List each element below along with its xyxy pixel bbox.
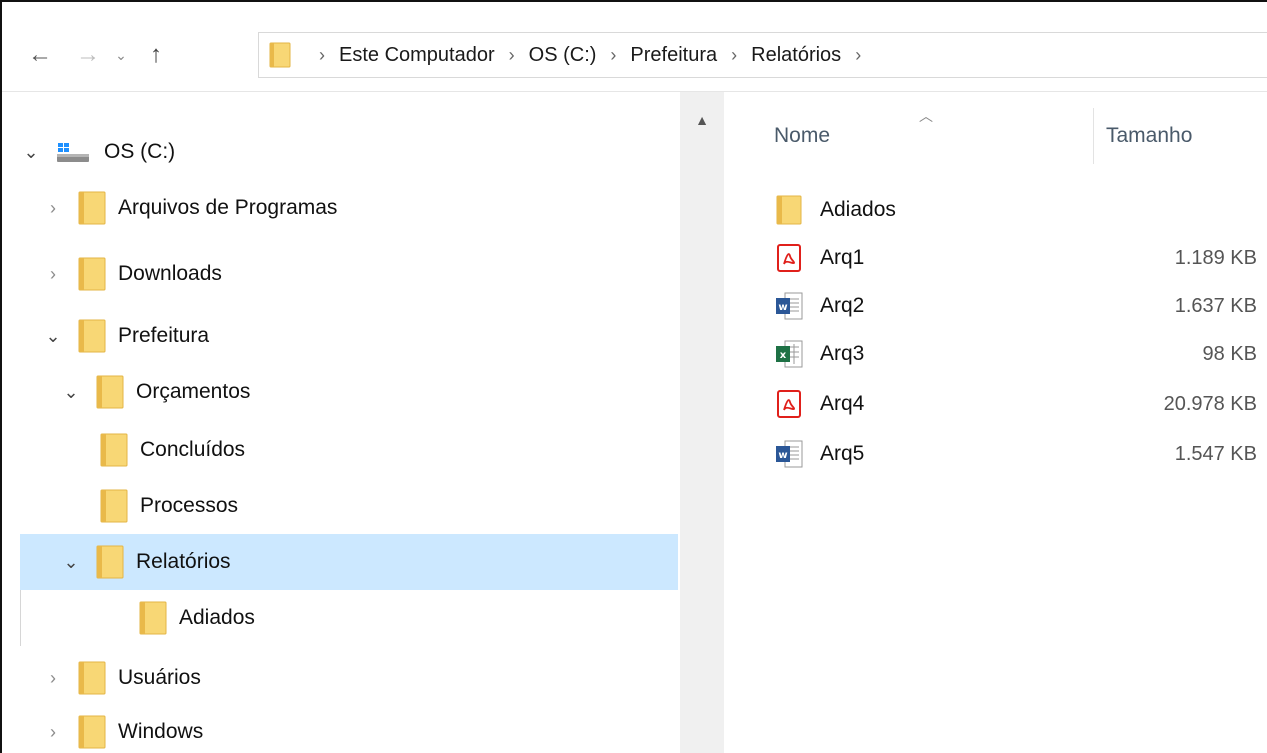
- svg-text:x: x: [780, 350, 787, 361]
- file-name: Arq5: [820, 442, 865, 465]
- tree-item-downloads[interactable]: › Downloads: [20, 246, 678, 302]
- tree-scrollbar[interactable]: ▲: [680, 92, 724, 753]
- chevron-right-icon[interactable]: ›: [42, 264, 64, 285]
- word-file-icon: w: [776, 440, 803, 468]
- tree-item-adiados[interactable]: Adiados: [20, 590, 678, 646]
- tree-item-label: OS (C:): [104, 140, 176, 163]
- folder-icon: [78, 191, 106, 225]
- tree-item-label: Processos: [140, 494, 239, 517]
- file-size: 1.637 KB: [1174, 294, 1257, 317]
- file-size: 1.547 KB: [1174, 442, 1257, 465]
- tree-item-usuarios[interactable]: › Usuários: [20, 650, 678, 706]
- file-row-arq2[interactable]: w Arq2 1.637 KB: [774, 282, 1267, 330]
- file-name: Arq4: [820, 392, 865, 415]
- tree-item-prefeitura[interactable]: ⌄ Prefeitura: [20, 308, 678, 364]
- file-list: Nome ︿ Tamanho Adiados Arq1 1.189 KB w A…: [724, 92, 1267, 753]
- folder-icon: [139, 601, 167, 635]
- column-header: Nome ︿ Tamanho: [724, 92, 1267, 166]
- folder-icon: [78, 661, 106, 695]
- address-bar[interactable]: › Este Computador › OS (C:) › Prefeitura…: [258, 32, 1267, 78]
- tree-item-label: Relatórios: [136, 550, 231, 573]
- file-size: 20.978 KB: [1163, 392, 1257, 415]
- tree-item-label: Prefeitura: [118, 324, 210, 347]
- tree-item-windows[interactable]: › Windows: [20, 704, 678, 753]
- folder-icon: [269, 42, 291, 68]
- arrow-up-icon: ↑: [150, 41, 162, 68]
- chevron-down-icon[interactable]: ⌄: [60, 552, 82, 573]
- tree-item-label: Usuários: [118, 666, 201, 689]
- breadcrumb-prefeitura[interactable]: Prefeitura: [630, 44, 717, 67]
- tree-item-os-c[interactable]: ⌄ OS (C:): [20, 124, 678, 180]
- chevron-right-icon[interactable]: ›: [42, 198, 64, 219]
- svg-text:w: w: [778, 302, 787, 313]
- navigation-toolbar: ← → ⌄ ↑ › Este Computador › OS (C:) › Pr…: [2, 2, 1267, 92]
- word-file-icon: w: [776, 292, 803, 320]
- arrow-right-icon: →: [76, 41, 100, 68]
- folder-icon: [100, 489, 128, 523]
- file-size: 1.189 KB: [1174, 246, 1257, 269]
- back-button[interactable]: ←: [22, 40, 58, 70]
- pdf-file-icon: [777, 244, 801, 272]
- folder-icon: [78, 715, 106, 749]
- tree-item-label: Adiados: [179, 606, 255, 629]
- file-row-arq4[interactable]: Arq4 20.978 KB: [774, 380, 1267, 428]
- chevron-down-icon: ⌄: [115, 46, 127, 63]
- tree-item-label: Arquivos de Programas: [118, 196, 338, 219]
- scroll-up-icon[interactable]: ▲: [688, 112, 716, 136]
- chevron-down-icon[interactable]: ⌄: [42, 326, 64, 347]
- breadcrumb-este-computador[interactable]: Este Computador: [339, 44, 495, 67]
- breadcrumb-separator-icon: ›: [731, 44, 738, 65]
- recent-locations-button[interactable]: ⌄: [108, 40, 134, 70]
- file-name: Adiados: [820, 198, 896, 221]
- navigation-pane: ⌄ OS (C:) › Arquivos de Programas › Down…: [2, 92, 680, 753]
- breadcrumb-separator-icon: ›: [855, 44, 862, 65]
- up-button[interactable]: ↑: [138, 40, 174, 70]
- column-header-name[interactable]: Nome: [774, 124, 830, 148]
- breadcrumb-separator-icon: ›: [610, 44, 617, 65]
- folder-icon: [96, 375, 124, 409]
- file-row-arq1[interactable]: Arq1 1.189 KB: [774, 234, 1267, 282]
- tree-item-arquivos-de-programas[interactable]: › Arquivos de Programas: [20, 180, 678, 236]
- sort-ascending-icon: ︿: [919, 108, 933, 124]
- tree-item-label: Windows: [118, 720, 204, 743]
- file-row-arq5[interactable]: w Arq5 1.547 KB: [774, 430, 1267, 478]
- file-row-arq3[interactable]: x Arq3 98 KB: [774, 330, 1267, 378]
- file-size: 98 KB: [1202, 342, 1257, 365]
- tree-item-label: Concluídos: [140, 438, 246, 461]
- breadcrumb-separator-icon: ›: [319, 44, 325, 65]
- file-row-adiados[interactable]: Adiados: [774, 186, 1267, 234]
- tree-item-orcamentos[interactable]: ⌄ Orçamentos: [20, 364, 678, 420]
- svg-text:w: w: [778, 450, 787, 461]
- breadcrumb-relatorios[interactable]: Relatórios: [751, 44, 841, 67]
- chevron-right-icon[interactable]: ›: [42, 668, 64, 689]
- pdf-file-icon: [777, 390, 801, 418]
- chevron-down-icon[interactable]: ⌄: [20, 142, 42, 163]
- arrow-left-icon: ←: [28, 41, 52, 68]
- file-name: Arq2: [820, 294, 865, 317]
- folder-icon: [776, 195, 802, 225]
- excel-file-icon: x: [776, 340, 803, 368]
- folder-icon: [78, 257, 106, 291]
- file-name: Arq1: [820, 246, 865, 269]
- file-name: Arq3: [820, 342, 865, 365]
- chevron-right-icon[interactable]: ›: [42, 722, 64, 743]
- breadcrumb-os-c[interactable]: OS (C:): [529, 44, 597, 67]
- column-header-size[interactable]: Tamanho: [1106, 124, 1192, 148]
- tree-item-concluidos[interactable]: Concluídos: [20, 422, 678, 478]
- chevron-down-icon[interactable]: ⌄: [60, 382, 82, 403]
- tree-item-label: Orçamentos: [136, 380, 251, 403]
- folder-icon: [78, 319, 106, 353]
- forward-button[interactable]: →: [70, 40, 106, 70]
- breadcrumb-separator-icon: ›: [508, 44, 515, 65]
- folder-icon: [100, 433, 128, 467]
- tree-item-relatorios[interactable]: ⌄ Relatórios: [20, 534, 678, 590]
- column-divider[interactable]: [1093, 108, 1094, 164]
- tree-item-label: Downloads: [118, 262, 222, 285]
- drive-icon: [57, 143, 89, 162]
- tree-item-processos[interactable]: Processos: [20, 478, 678, 534]
- folder-icon: [96, 545, 124, 579]
